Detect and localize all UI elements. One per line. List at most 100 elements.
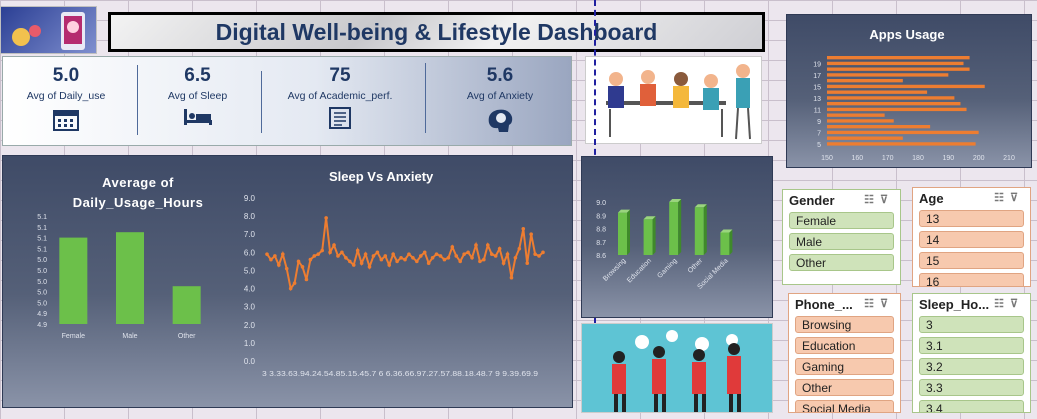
x-tick-label: Male: [122, 333, 137, 340]
y-tick-label: 19: [813, 62, 821, 69]
report-icon: [329, 107, 351, 129]
daily-usage-chart: 4.9 4.9 5.0 5.0 5.0 5.0 5.0 5.1 5.1 5.1 5.1 Female M…: [37, 214, 201, 340]
data-point: [407, 252, 411, 256]
slicer-item[interactable]: 15: [919, 252, 1024, 269]
slicer-item[interactable]: 16: [919, 273, 1024, 286]
data-point: [324, 216, 328, 220]
data-point: [292, 281, 297, 285]
slicer-item[interactable]: 3.2: [919, 358, 1024, 375]
data-point: [363, 252, 368, 256]
kpi-label: Avg of Daily_use: [26, 90, 106, 102]
multiselect-icon[interactable]: ☷⊽: [864, 193, 894, 206]
data-point: [387, 263, 392, 267]
data-point: [521, 226, 526, 231]
data-point: [280, 252, 285, 256]
data-point: [493, 254, 498, 258]
slicer-item[interactable]: 13: [919, 210, 1024, 227]
y-tick-label: 5.1: [37, 225, 47, 232]
x-tick-label: Education: [626, 257, 653, 284]
slicer-header: Sleep_Ho... ☷⊽: [913, 294, 1030, 316]
data-point: [277, 263, 281, 267]
slicer-title: Gender: [789, 193, 835, 208]
y-tick-label: 5.1: [37, 214, 47, 221]
bar: [669, 202, 679, 255]
data-point: [541, 250, 545, 255]
apps-usage-panel: Apps Usage 5 7 9 11 13 15 17 19 150 160 170 180 190 2…: [786, 14, 1032, 168]
bar: [827, 79, 903, 83]
y-tick-label: 7.0: [244, 230, 256, 239]
slicer-item[interactable]: Education: [795, 337, 894, 354]
daily-usage-panel: Average of Daily_Usage_Hours 4.9 4.9 5.0 5.…: [2, 155, 573, 408]
slicer-header: Age ☷⊽: [913, 188, 1030, 210]
slicer-item[interactable]: 3.4: [919, 400, 1024, 412]
bar: [827, 142, 976, 146]
data-point: [501, 261, 506, 265]
bed-icon: [183, 109, 212, 125]
x-tick-label: 160: [851, 155, 863, 162]
data-point: [466, 250, 470, 255]
data-point: [336, 254, 340, 258]
y-tick-label: 5.0: [37, 257, 47, 264]
slicer-item[interactable]: 3.3: [919, 379, 1024, 396]
y-tick-label: 5: [817, 142, 821, 149]
y-tick-label: 5.1: [37, 236, 47, 243]
kpi-label: Avg of Academic_perf.: [287, 90, 393, 102]
y-tick-label: 17: [813, 73, 821, 80]
y-tick-label: 6.0: [244, 248, 256, 257]
kpi-divider: [261, 71, 262, 133]
dashboard-title-box: Digital Well-being & Lifestyle Dashboard: [108, 12, 765, 52]
kpi-sleep: 6.5 Avg of Sleep: [145, 65, 250, 132]
slicer-item[interactable]: Female: [789, 212, 894, 229]
data-point: [383, 254, 388, 258]
kpi-value: 75: [329, 65, 351, 86]
x-tick-label: Female: [62, 333, 85, 340]
data-point: [438, 254, 443, 258]
data-point: [462, 252, 466, 256]
bar: [827, 136, 903, 140]
slicer-header: Gender ☷⊽: [783, 190, 900, 212]
kpi-value: 6.5: [184, 65, 211, 86]
multiselect-icon[interactable]: ☷⊽: [864, 297, 894, 310]
y-tick-label: 5.0: [37, 300, 47, 307]
multiselect-icon[interactable]: ☷⊽: [994, 297, 1024, 310]
data-point: [395, 259, 399, 264]
slicer-item[interactable]: Browsing: [795, 316, 894, 333]
kpi-value: 5.6: [486, 65, 514, 86]
bar: [827, 56, 970, 60]
data-point: [533, 252, 537, 256]
kpi-academic: 75 Avg of Academic_perf.: [265, 65, 415, 134]
data-point: [450, 245, 455, 249]
multiselect-icon[interactable]: ☷⊽: [994, 191, 1024, 204]
bar: [827, 73, 949, 77]
data-point: [367, 265, 372, 269]
data-point: [320, 248, 324, 253]
kpi-daily-use: 5.0 Avg of Daily_use: [11, 65, 121, 136]
y-tick-label: 11: [814, 108, 821, 115]
y-tick-label: 8.7: [596, 240, 606, 247]
slicer-item[interactable]: Gaming: [795, 358, 894, 375]
data-point: [426, 261, 431, 265]
data-point: [328, 250, 332, 255]
slicer-item[interactable]: Other: [789, 254, 894, 271]
slicer-item[interactable]: Other: [795, 379, 894, 396]
data-point: [269, 257, 273, 262]
slicer-header: Phone_... ☷⊽: [789, 294, 900, 316]
data-point: [422, 250, 427, 255]
slicer-item[interactable]: Male: [789, 233, 894, 250]
slicer-item[interactable]: 14: [919, 231, 1024, 248]
sleep-anxiety-chart: 0.0 1.0 2.0 3.0 4.0 5.0 6.0 7.0 8.0 9.0 3 3.33.63.…: [244, 194, 545, 378]
data-point: [482, 257, 486, 262]
kpi-label: Avg of Sleep: [167, 90, 228, 102]
bar: [827, 125, 931, 129]
y-tick-label: 7: [817, 131, 821, 138]
slicer-gender: Gender ☷⊽ Female Male Other: [782, 189, 901, 285]
slicer-item[interactable]: 3: [919, 316, 1024, 333]
data-point: [316, 252, 321, 256]
slicer-item[interactable]: Social Media: [795, 400, 894, 412]
x-tick-label: Browsing: [602, 257, 627, 282]
slicer-item[interactable]: 3.1: [919, 337, 1024, 354]
data-point: [486, 243, 490, 247]
x-tick-label: Gaming: [656, 257, 678, 279]
slicer-phone-usage: Phone_... ☷⊽ Browsing Education Gaming Ot…: [788, 293, 901, 413]
data-point: [513, 255, 518, 260]
